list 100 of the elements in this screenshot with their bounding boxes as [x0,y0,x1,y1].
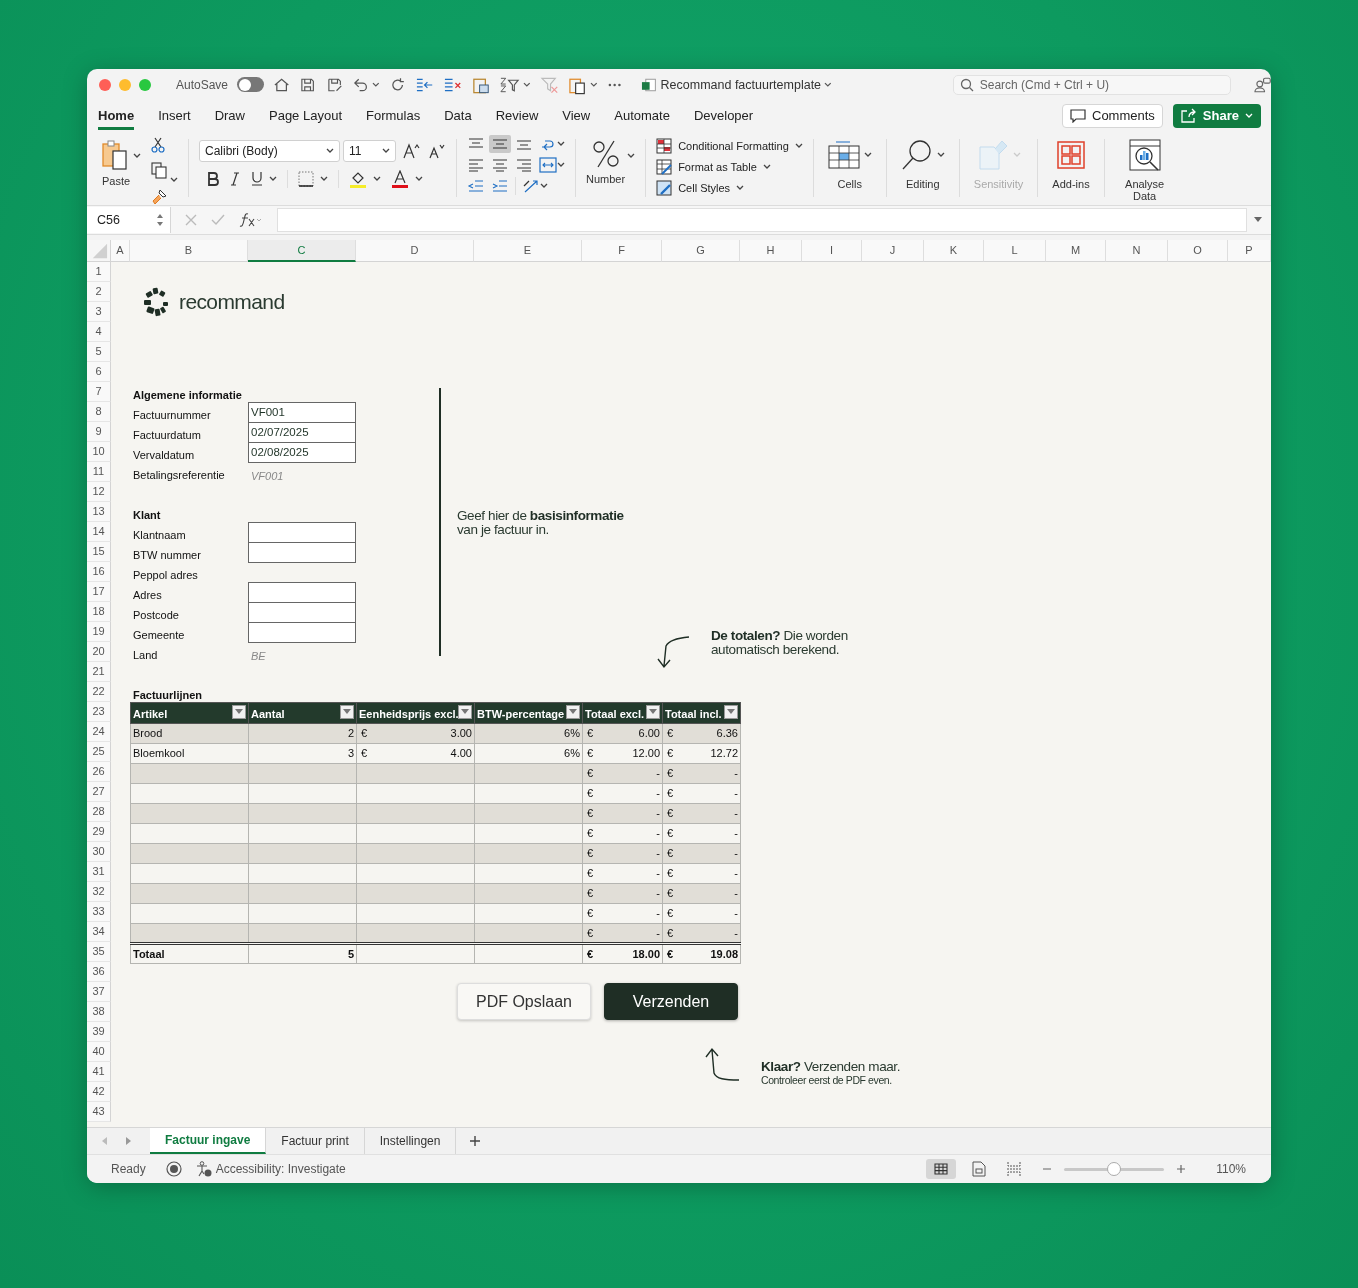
column-header[interactable]: O [1168,240,1228,262]
column-header[interactable]: K [924,240,984,262]
ribbon-group-button[interactable]: Add-ins [1048,134,1094,206]
caret-icon[interactable] [540,182,548,189]
ribbon-tab[interactable]: View [562,104,591,131]
input-field[interactable] [248,622,356,643]
ribbon-group-button[interactable]: Cells [823,134,876,206]
decrease-font-icon[interactable] [428,142,446,159]
row-header[interactable]: 10 [87,442,111,462]
font-dropdown[interactable]: Calibri (Body) [199,139,340,162]
row-header[interactable]: 7 [87,382,111,402]
ribbon-tab[interactable]: Automate [614,104,670,131]
filter-button[interactable] [340,705,354,719]
column-header[interactable]: D [356,240,474,262]
orientation-icon[interactable] [522,177,540,194]
row-header[interactable]: 19 [87,622,111,642]
row-header[interactable]: 25 [87,742,111,762]
add-sheet-icon[interactable] [469,1135,482,1148]
zoom-slider[interactable] [1064,1162,1165,1177]
input-field[interactable]: 02/07/2025 [248,422,356,443]
row-header[interactable]: 5 [87,342,111,362]
save-pdf-button[interactable]: PDF Opslaan [457,983,591,1021]
sort-filter-icon[interactable] [499,75,521,94]
style-menu-button[interactable]: Format as Table [656,158,771,175]
filter-button[interactable] [566,705,580,719]
column-header[interactable]: P [1228,240,1271,262]
column-header[interactable]: N [1106,240,1168,262]
row-header[interactable]: 16 [87,562,111,582]
row-header[interactable]: 20 [87,642,111,662]
autosave-toggle[interactable] [237,77,265,93]
home-icon[interactable] [273,75,291,94]
number-format-button[interactable]: Number [586,134,626,185]
row-header[interactable]: 31 [87,862,111,882]
align-right-icon[interactable] [515,157,533,172]
increase-font-icon[interactable] [403,142,421,159]
send-button[interactable]: Verzenden [604,983,738,1021]
column-header[interactable]: H [740,240,802,262]
column-header[interactable]: C [248,240,356,262]
row-header[interactable]: 8 [87,402,111,422]
font-size-dropdown[interactable]: 11 [343,139,396,162]
caret-icon[interactable] [170,176,178,183]
column-header[interactable]: F [582,240,662,262]
row-header[interactable]: 37 [87,982,111,1002]
caret-icon[interactable] [627,152,636,159]
align-top-icon[interactable] [467,136,485,151]
caret-icon[interactable] [269,175,277,182]
style-menu-button[interactable]: Conditional Formatting [656,137,803,154]
row-header[interactable]: 22 [87,682,111,702]
slider-thumb[interactable] [1107,1162,1122,1177]
increase-indent-icon[interactable] [491,178,509,193]
input-field[interactable] [248,522,356,543]
row-header[interactable]: 3 [87,302,111,322]
ribbon-tab[interactable]: Formulas [366,104,421,131]
underline-icon[interactable] [251,171,263,187]
column-header[interactable]: I [802,240,862,262]
ribbon-group-button[interactable]: Editing [896,134,949,206]
column-header[interactable]: M [1046,240,1106,262]
zoom-level[interactable]: 110% [1216,1162,1246,1177]
ribbon-tab[interactable]: Data [444,104,472,131]
row-header[interactable]: 30 [87,842,111,862]
row-header[interactable]: 14 [87,522,111,542]
row-header[interactable]: 18 [87,602,111,622]
close-button[interactable] [99,78,111,91]
search-field[interactable]: Search (Cmd + Ctrl + U) [952,74,1231,95]
comments-button[interactable]: Comments [1062,103,1163,128]
align-left-icon[interactable] [467,157,485,172]
caret-icon[interactable] [590,81,598,88]
column-header[interactable]: G [662,240,740,262]
font-color-icon[interactable] [391,169,409,188]
filter-button[interactable] [458,705,472,719]
cut-icon[interactable] [151,136,165,153]
row-header[interactable]: 34 [87,922,111,942]
input-field[interactable]: VF001 [248,402,356,423]
formula-input[interactable] [277,208,1247,233]
caret-icon[interactable] [133,152,141,159]
row-header[interactable]: 2 [87,282,111,302]
row-header[interactable]: 27 [87,782,111,802]
people-icon[interactable] [1253,75,1271,94]
row-header[interactable]: 23 [87,702,111,722]
filter-button[interactable] [646,705,660,719]
record-macro-icon[interactable] [165,1161,182,1178]
row-header[interactable]: 35 [87,942,111,962]
name-box[interactable]: C56 [87,207,171,234]
input-field[interactable]: 02/08/2025 [248,442,356,463]
input-field[interactable] [248,582,356,603]
filter-button[interactable] [232,705,246,719]
caret-icon[interactable] [557,161,565,168]
ribbon-tab[interactable]: Page Layout [269,104,342,131]
row-header[interactable]: 40 [87,1042,111,1062]
ribbon-group-button[interactable]: Analyse Data [1114,134,1175,206]
caret-icon[interactable] [523,81,531,88]
align-middle-icon[interactable] [489,134,511,153]
column-header[interactable]: B [130,240,248,262]
zoom-in-icon[interactable] [1176,1164,1187,1175]
row-header[interactable]: 1 [87,262,111,282]
row-header[interactable]: 43 [87,1102,111,1122]
caret-icon[interactable] [373,175,381,182]
row-header[interactable]: 15 [87,542,111,562]
row-header[interactable]: 11 [87,462,111,482]
row-header[interactable]: 12 [87,482,111,502]
